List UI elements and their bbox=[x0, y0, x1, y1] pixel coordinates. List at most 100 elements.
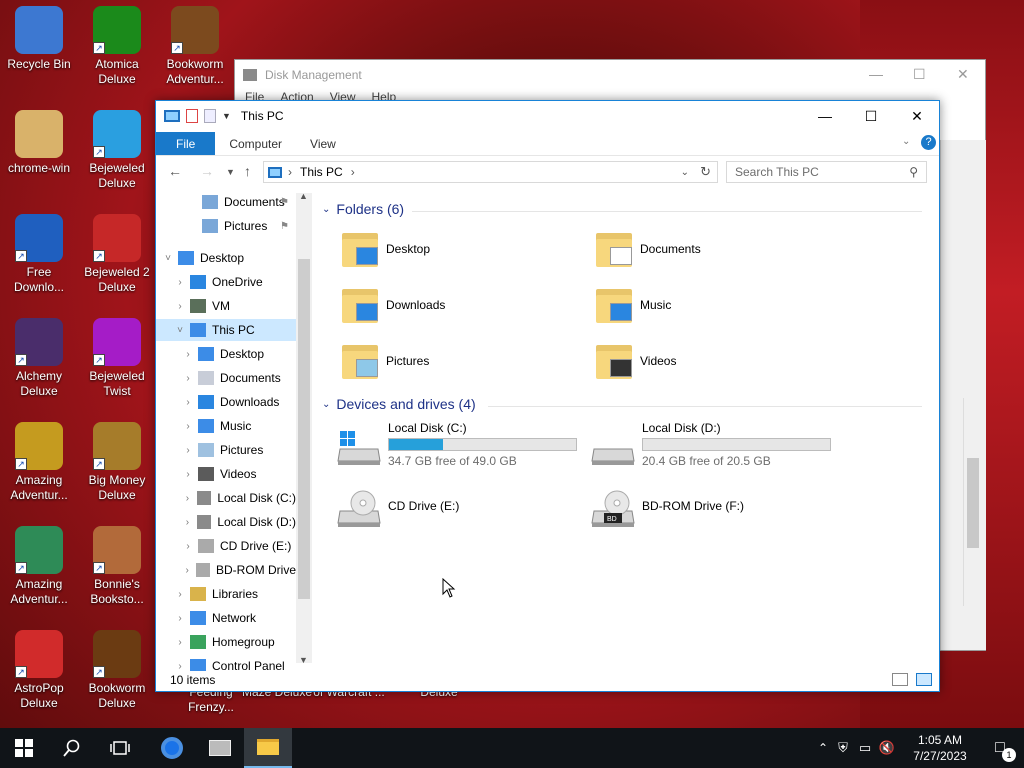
desktop-shortcut[interactable]: ↗ Bookworm Adventur... bbox=[156, 6, 234, 87]
taskbar-clock[interactable]: 1:05 AM 7/27/2023 bbox=[906, 732, 974, 764]
refresh-icon[interactable]: ↻ bbox=[700, 164, 711, 180]
expand-arrow-icon[interactable]: › bbox=[182, 373, 194, 384]
search-button[interactable] bbox=[48, 728, 96, 768]
drives-group-header[interactable]: ⌄ Devices and drives (4) bbox=[322, 396, 476, 412]
expand-arrow-icon[interactable]: › bbox=[182, 421, 194, 432]
navigation-pane[interactable]: Documents ⚑ Pictures ⚑ ˅ Desktop › OneDrive › VM ˅… bbox=[156, 189, 314, 671]
tab-computer[interactable]: Computer bbox=[215, 132, 296, 155]
nav-item[interactable]: › CD Drive (E:) bbox=[156, 535, 296, 557]
expand-arrow-icon[interactable]: › bbox=[182, 541, 194, 552]
explorer-titlebar[interactable]: ▼ This PC — ☐ ✕ bbox=[156, 101, 939, 131]
disk-management-close-button[interactable]: ✕ bbox=[957, 66, 969, 83]
breadcrumb-chevron-icon[interactable]: › bbox=[351, 165, 355, 179]
address-bar[interactable]: › This PC › ⌄ ↻ bbox=[263, 161, 718, 183]
minimize-button[interactable]: — bbox=[802, 101, 848, 131]
disk-management-taskbar-button[interactable] bbox=[196, 728, 244, 768]
desktop-shortcut[interactable]: chrome-win bbox=[0, 110, 78, 176]
expand-arrow-icon[interactable]: › bbox=[182, 493, 193, 504]
file-explorer-taskbar-button[interactable] bbox=[244, 728, 292, 768]
nav-item[interactable]: › Libraries bbox=[156, 583, 296, 605]
expand-arrow-icon[interactable]: › bbox=[182, 349, 194, 360]
recent-locations-button[interactable]: ▼ bbox=[226, 167, 235, 177]
desktop-shortcut[interactable]: ↗ Bejeweled Twist bbox=[78, 318, 156, 399]
nav-item[interactable]: › Music bbox=[156, 415, 296, 437]
desktop-shortcut[interactable]: ↗ Bonnie's Booksto... bbox=[78, 526, 156, 607]
folder-tile[interactable]: Documents bbox=[594, 223, 824, 275]
disk-management-scrollbar[interactable] bbox=[963, 398, 981, 606]
folder-tile[interactable]: Downloads bbox=[340, 279, 570, 331]
customize-qat-icon[interactable]: ▼ bbox=[222, 111, 231, 121]
breadcrumb-separator-icon[interactable]: › bbox=[288, 165, 292, 179]
nav-item[interactable]: › Downloads bbox=[156, 391, 296, 413]
tab-file[interactable]: File bbox=[156, 132, 216, 155]
properties-icon[interactable] bbox=[186, 109, 198, 123]
nav-item[interactable]: › Network bbox=[156, 607, 296, 629]
address-dropdown-icon[interactable]: ⌄ bbox=[681, 167, 689, 178]
expand-arrow-icon[interactable]: › bbox=[174, 301, 186, 312]
nav-item[interactable]: › Desktop bbox=[156, 343, 296, 365]
nav-item[interactable]: › Documents bbox=[156, 367, 296, 389]
expand-ribbon-icon[interactable]: ⌄ bbox=[902, 136, 910, 147]
nav-item[interactable]: ˅ This PC bbox=[156, 319, 296, 341]
close-button[interactable]: ✕ bbox=[894, 101, 940, 131]
task-view-button[interactable] bbox=[96, 728, 144, 768]
nav-item[interactable]: › Pictures bbox=[156, 439, 296, 461]
folder-tile[interactable]: Pictures bbox=[340, 335, 570, 387]
expand-arrow-icon[interactable]: › bbox=[174, 613, 186, 624]
volume-muted-icon[interactable]: 🔇 bbox=[876, 740, 898, 756]
drive-tile[interactable]: BD BD-ROM Drive (F:) bbox=[590, 483, 840, 533]
folder-tile[interactable]: Music bbox=[594, 279, 824, 331]
folder-tile[interactable]: Videos bbox=[594, 335, 824, 387]
nav-item[interactable]: › OneDrive bbox=[156, 271, 296, 293]
folders-group-header[interactable]: ⌄ Folders (6) bbox=[322, 201, 404, 217]
desktop-shortcut[interactable]: ↗ AstroPop Deluxe bbox=[0, 630, 78, 711]
details-view-icon[interactable] bbox=[892, 673, 908, 686]
drive-tile[interactable]: Local Disk (D:) 20.4 GB free of 20.5 GB bbox=[590, 421, 840, 471]
scrollbar-thumb[interactable] bbox=[298, 259, 310, 599]
large-icons-view-icon[interactable] bbox=[916, 673, 932, 686]
nav-item[interactable]: › VM bbox=[156, 295, 296, 317]
desktop-shortcut[interactable]: ↗ Alchemy Deluxe bbox=[0, 318, 78, 399]
help-icon[interactable]: ? bbox=[921, 135, 936, 150]
desktop-shortcut[interactable]: ↗ Free Downlo... bbox=[0, 214, 78, 295]
desktop-shortcut[interactable]: ↗ Big Money Deluxe bbox=[78, 422, 156, 503]
action-center-button[interactable]: □ 1 bbox=[976, 728, 1024, 768]
explorer-window[interactable]: ▼ This PC — ☐ ✕ File Computer View ⌄ ? ←… bbox=[155, 100, 940, 692]
nav-item[interactable]: ˅ Desktop bbox=[156, 247, 296, 269]
security-shield-icon[interactable]: ⛨ bbox=[832, 740, 854, 756]
desktop-shortcut[interactable]: ↗ Bejeweled 2 Deluxe bbox=[78, 214, 156, 295]
desktop-shortcut[interactable]: ↗ Amazing Adventur... bbox=[0, 526, 78, 607]
disk-management-titlebar[interactable]: Disk Management — ☐ ✕ bbox=[235, 60, 985, 90]
navigation-scrollbar[interactable]: ▲ ▼ bbox=[296, 191, 312, 665]
scrollbar-thumb[interactable] bbox=[967, 458, 979, 548]
search-input[interactable]: Search This PC ⚲ bbox=[726, 161, 927, 183]
expand-arrow-icon[interactable]: › bbox=[182, 565, 192, 576]
nav-item[interactable]: Documents ⚑ bbox=[156, 191, 296, 213]
nav-item[interactable]: › Videos bbox=[156, 463, 296, 485]
desktop-shortcut[interactable]: ↗ Atomica Deluxe bbox=[78, 6, 156, 87]
expand-arrow-icon[interactable]: › bbox=[174, 277, 186, 288]
desktop-shortcut[interactable]: ↗ Amazing Adventur... bbox=[0, 422, 78, 503]
desktop-shortcut[interactable]: ↗ Bookworm Deluxe bbox=[78, 630, 156, 711]
expand-arrow-icon[interactable]: › bbox=[182, 469, 194, 480]
nav-item[interactable]: › Homegroup bbox=[156, 631, 296, 653]
new-folder-icon[interactable] bbox=[204, 109, 216, 123]
chrome-taskbar-button[interactable] bbox=[148, 728, 196, 768]
scroll-down-arrow-icon[interactable]: ▼ bbox=[299, 655, 308, 665]
disk-management-minimize-button[interactable]: — bbox=[869, 66, 883, 82]
back-button[interactable]: ← bbox=[168, 163, 182, 179]
folder-tile[interactable]: Desktop bbox=[340, 223, 570, 275]
maximize-button[interactable]: ☐ bbox=[848, 101, 894, 131]
nav-item[interactable]: › Local Disk (C:) bbox=[156, 487, 296, 509]
expand-arrow-icon[interactable]: › bbox=[182, 397, 194, 408]
expand-arrow-icon[interactable]: ˅ bbox=[174, 325, 186, 336]
forward-button[interactable]: → bbox=[200, 163, 214, 179]
chevron-down-icon[interactable]: ⌄ bbox=[322, 204, 330, 215]
nav-item[interactable]: Pictures ⚑ bbox=[156, 215, 296, 237]
show-hidden-icons-icon[interactable]: ⌃ bbox=[814, 741, 832, 755]
expand-arrow-icon[interactable]: › bbox=[182, 517, 193, 528]
expand-arrow-icon[interactable]: › bbox=[182, 445, 194, 456]
up-button[interactable]: ↑ bbox=[244, 163, 251, 179]
expand-arrow-icon[interactable]: › bbox=[174, 637, 186, 648]
scroll-up-arrow-icon[interactable]: ▲ bbox=[299, 191, 308, 201]
